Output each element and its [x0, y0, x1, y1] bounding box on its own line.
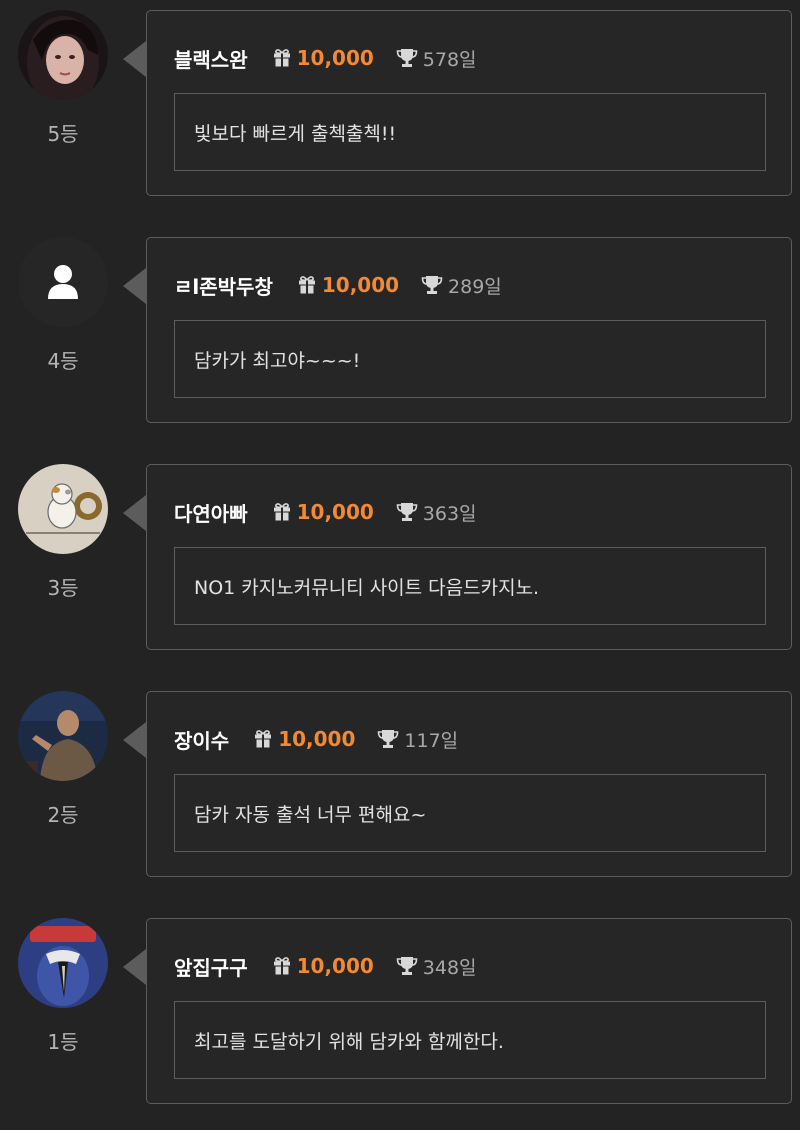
entry-meta: 블랙스완 10,000 578일	[174, 43, 477, 73]
days-value: 578일	[422, 48, 477, 71]
days-value: 117일	[404, 729, 459, 752]
user-silhouette-icon	[54, 265, 72, 283]
comment-card: 다연아빠 10,000 363일 NO1 카지노커뮤니티 사이트 다음드카지노.	[146, 464, 792, 650]
points-info: 10,000	[272, 46, 374, 70]
trophy-icon	[396, 503, 418, 521]
card-pointer	[123, 949, 146, 985]
nickname[interactable]: 블랙스완	[174, 44, 248, 73]
points-value: 10,000	[278, 727, 356, 751]
entry-meta: ㄹl존박두창 10,000 289일	[174, 270, 502, 300]
points-info: 10,000	[272, 500, 374, 524]
entry-meta: 앞집구구 10,000 348일	[174, 951, 477, 981]
trophy-icon	[378, 730, 399, 748]
user-avatar[interactable]	[18, 10, 108, 100]
rank-label: 3등	[47, 576, 79, 600]
points-value: 10,000	[296, 954, 374, 978]
rank-label: 4등	[47, 349, 79, 373]
comment-message: 최고를 도달하기 위해 담카와 함께한다.	[174, 1001, 766, 1079]
attendance-entry: 4등 ㄹl존박두창 10,000 289일 담카가 최고야~~~!	[0, 237, 800, 427]
days-value: 348일	[422, 956, 477, 979]
rank-label: 2등	[47, 803, 79, 827]
user-avatar[interactable]	[18, 691, 108, 781]
attendance-entry: 5등 블랙스완 10,000 578일 빛보다 빠르게 출첵출첵!!	[0, 10, 800, 200]
attendance-days: 578일	[396, 45, 477, 72]
points-value: 10,000	[296, 500, 374, 524]
trophy-icon	[396, 957, 418, 975]
entry-meta: 다연아빠 10,000 363일	[174, 497, 477, 527]
card-pointer	[123, 495, 146, 531]
attendance-entry: 3등 다연아빠 10,000 363일 NO1 카지노커뮤니티 사이트 다음드카…	[0, 464, 800, 654]
days-value: 289일	[448, 275, 502, 298]
attendance-days: 363일	[396, 499, 477, 526]
gift-icon	[298, 276, 315, 294]
comment-card: 블랙스완 10,000 578일 빛보다 빠르게 출첵출첵!!	[146, 10, 792, 196]
points-info: 10,000	[253, 727, 355, 751]
nickname[interactable]: ㄹl존박두창	[174, 271, 273, 300]
rank-label: 5등	[47, 122, 79, 146]
user-avatar[interactable]	[18, 237, 108, 327]
comment-card: 앞집구구 10,000 348일 최고를 도달하기 위해 담카와 함께한다.	[146, 918, 792, 1104]
attendance-list: 5등 블랙스완 10,000 578일 빛보다 빠르게 출첵출첵!! 4등 ㄹl…	[0, 0, 800, 1130]
rank-label: 1등	[47, 1030, 79, 1054]
comment-card: ㄹl존박두창 10,000 289일 담카가 최고야~~~!	[146, 237, 792, 423]
attendance-days: 117일	[377, 726, 458, 753]
nickname[interactable]: 장이수	[174, 725, 229, 754]
user-avatar[interactable]	[18, 464, 108, 554]
entry-meta: 장이수 10,000 117일	[174, 724, 458, 754]
gift-icon	[273, 503, 290, 521]
gift-icon	[255, 730, 272, 748]
points-info: 10,000	[297, 273, 399, 297]
trophy-icon	[421, 276, 443, 294]
comment-message: NO1 카지노커뮤니티 사이트 다음드카지노.	[174, 547, 766, 625]
attendance-days: 289일	[421, 272, 502, 299]
days-value: 363일	[422, 502, 477, 525]
points-value: 10,000	[321, 273, 400, 297]
gift-icon	[273, 49, 290, 67]
nickname[interactable]: 앞집구구	[174, 952, 248, 981]
comment-message: 담카가 최고야~~~!	[174, 320, 766, 398]
points-value: 10,000	[296, 46, 374, 70]
comment-message: 담카 자동 출석 너무 편해요~	[174, 774, 766, 852]
card-pointer	[123, 268, 146, 304]
trophy-icon	[396, 49, 418, 67]
comment-card: 장이수 10,000 117일 담카 자동 출석 너무 편해요~	[146, 691, 792, 877]
attendance-days: 348일	[396, 953, 477, 980]
user-avatar[interactable]	[18, 918, 108, 1008]
attendance-entry: 2등 장이수 10,000 117일 담카 자동 출석 너무 편해요~	[0, 691, 800, 881]
attendance-entry: 1등 앞집구구 10,000 348일 최고를 도달하기 위해 담카와 함께한다…	[0, 918, 800, 1108]
points-info: 10,000	[272, 954, 374, 978]
comment-message: 빛보다 빠르게 출첵출첵!!	[174, 93, 766, 171]
nickname[interactable]: 다연아빠	[174, 498, 248, 527]
card-pointer	[123, 41, 146, 77]
card-pointer	[123, 722, 146, 758]
gift-icon	[273, 957, 290, 975]
